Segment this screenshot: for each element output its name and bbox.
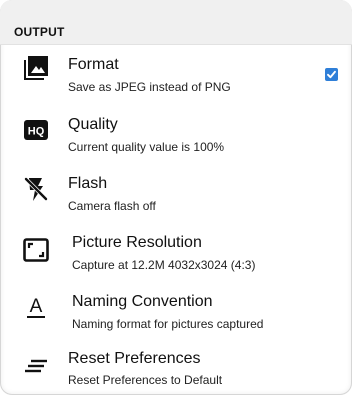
preference-summary: Reset Preferences to Default [68,373,223,387]
preference-summary: Current quality value is 100% [68,140,225,154]
preference-title: Picture Resolution [72,234,202,251]
format-checkbox[interactable] [325,68,338,81]
preference-reset[interactable]: Reset Preferences Reset Preferences to D… [0,344,352,395]
crop-free-icon [22,236,50,264]
preference-title: Quality [68,116,118,133]
settings-screen: OUTPUT Format Save as JPEG instead of PN… [0,0,352,395]
preference-flash[interactable]: Flash Camera flash off [0,169,352,225]
preference-summary: Naming format for pictures captured [72,317,264,331]
preference-picture-resolution[interactable]: Picture Resolution Capture at 12.2M 4032… [0,228,352,284]
image-icon [22,54,50,82]
svg-text:A: A [30,296,43,317]
preference-quality[interactable]: HQ Quality Current quality value is 100% [0,110,352,166]
preference-format[interactable]: Format Save as JPEG instead of PNG [0,50,352,106]
text-format-icon: A [22,293,50,321]
preference-title: Reset Preferences [68,350,201,367]
svg-text:HQ: HQ [28,126,45,138]
preference-naming-convention[interactable]: A Naming Convention Naming format for pi… [0,287,352,343]
checkmark-icon [327,70,336,79]
preference-title: Flash [68,175,108,192]
section-header: OUTPUT [0,0,352,45]
preference-summary: Save as JPEG instead of PNG [68,80,231,94]
sort-icon [22,352,50,380]
preference-title: Naming Convention [72,293,213,310]
preference-summary: Camera flash off [68,199,156,213]
hq-icon: HQ [22,116,50,144]
preference-title: Format [68,56,119,73]
preference-summary: Capture at 12.2M 4032x3024 (4:3) [72,258,256,272]
section-title: OUTPUT [14,25,65,39]
flash-off-icon [22,175,50,203]
